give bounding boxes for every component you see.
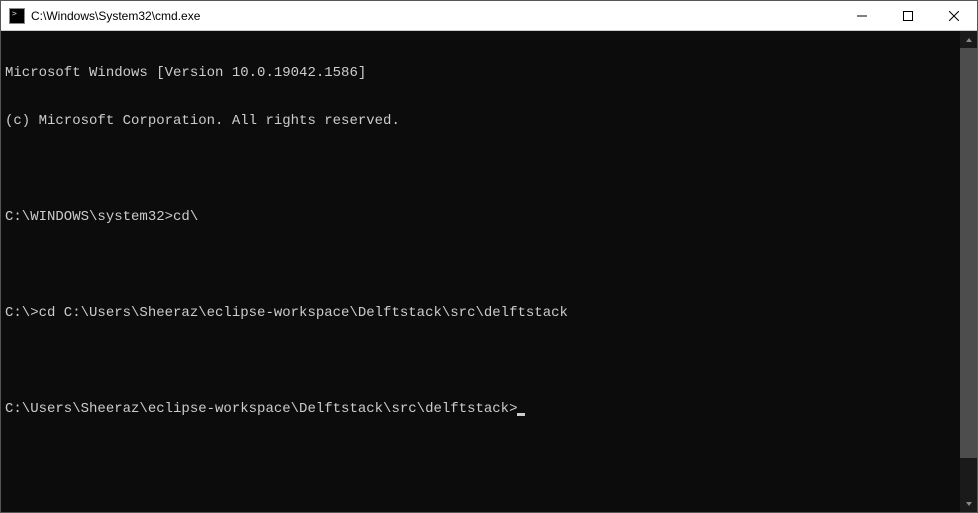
minimize-button[interactable]: [839, 1, 885, 30]
close-icon: [949, 11, 959, 21]
chevron-down-icon: [965, 500, 973, 508]
terminal-line: C:\WINDOWS\system32>cd\: [5, 209, 956, 225]
window-title: C:\Windows\System32\cmd.exe: [31, 9, 839, 23]
vertical-scrollbar[interactable]: [960, 31, 977, 512]
cmd-icon: [9, 8, 25, 24]
chevron-up-icon: [965, 36, 973, 44]
terminal-prompt-line: C:\Users\Sheeraz\eclipse-workspace\Delft…: [5, 401, 956, 417]
scroll-down-button[interactable]: [960, 495, 977, 512]
minimize-icon: [857, 11, 867, 21]
terminal-prompt: C:\Users\Sheeraz\eclipse-workspace\Delft…: [5, 401, 517, 417]
maximize-icon: [903, 11, 913, 21]
terminal-area[interactable]: Microsoft Windows [Version 10.0.19042.15…: [1, 31, 977, 512]
scroll-up-button[interactable]: [960, 31, 977, 48]
terminal-line: (c) Microsoft Corporation. All rights re…: [5, 113, 956, 129]
window-controls: [839, 1, 977, 30]
terminal-line: [5, 353, 956, 369]
terminal-line: Microsoft Windows [Version 10.0.19042.15…: [5, 65, 956, 81]
cmd-window: C:\Windows\System32\cmd.exe Microsoft Wi…: [0, 0, 978, 513]
terminal-content[interactable]: Microsoft Windows [Version 10.0.19042.15…: [1, 31, 960, 512]
close-button[interactable]: [931, 1, 977, 30]
terminal-line: [5, 257, 956, 273]
terminal-line: [5, 161, 956, 177]
terminal-line: C:\>cd C:\Users\Sheeraz\eclipse-workspac…: [5, 305, 956, 321]
scroll-thumb[interactable]: [960, 48, 977, 458]
cursor: [517, 413, 525, 416]
maximize-button[interactable]: [885, 1, 931, 30]
title-bar[interactable]: C:\Windows\System32\cmd.exe: [1, 1, 977, 31]
